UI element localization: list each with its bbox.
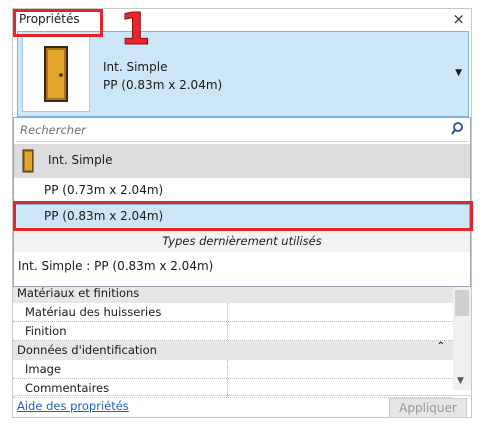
help-link[interactable]: Aide des propriétés: [17, 399, 129, 413]
prop-row-frame-material[interactable]: Matériau des huisseries: [13, 303, 453, 322]
prop-label: Matériau des huisseries: [25, 305, 162, 319]
scrollbar[interactable]: ▼: [453, 284, 471, 390]
search-field[interactable]: Rechercher: [16, 120, 468, 142]
type-family-row[interactable]: Int. Simple: [14, 144, 470, 178]
close-icon[interactable]: ×: [452, 10, 465, 28]
prop-row-finish[interactable]: Finition: [13, 322, 453, 341]
collapse-icon[interactable]: ⌃: [437, 341, 445, 352]
annotation-number-1: 1: [120, 4, 152, 56]
prop-label: Commentaires: [25, 381, 110, 395]
prop-value[interactable]: [227, 360, 454, 378]
chevron-down-icon[interactable]: ▼: [455, 68, 462, 78]
search-icon[interactable]: [450, 121, 464, 137]
search-placeholder: Rechercher: [20, 123, 86, 137]
section-identity-label: Données d'identification: [17, 343, 157, 357]
annotation-box-title: [13, 9, 103, 37]
panel-footer: Aide des propriétés Appliquer: [13, 395, 471, 418]
prop-value[interactable]: [227, 322, 454, 340]
scrollbar-thumb[interactable]: [455, 290, 469, 316]
selected-type-name: Int. Simple: [103, 60, 168, 74]
annotation-box-option: [13, 201, 473, 231]
selected-type-size: PP (0.83m x 2.04m): [103, 78, 223, 92]
prop-row-image[interactable]: Image: [13, 360, 453, 379]
section-materials-label: Matériaux et finitions: [17, 286, 140, 300]
type-option-label: PP (0.73m x 2.04m): [44, 183, 164, 197]
prop-label: Image: [25, 362, 62, 376]
recent-types-header: Types dernièrement utilisés: [14, 230, 470, 252]
prop-value[interactable]: [227, 303, 454, 321]
prop-label: Finition: [25, 324, 67, 338]
type-family-label: Int. Simple: [48, 153, 113, 167]
small-door-icon: [22, 149, 36, 176]
recent-type-item[interactable]: Int. Simple : PP (0.83m x 2.04m): [18, 259, 213, 273]
door-icon: [22, 36, 90, 112]
scroll-down-icon[interactable]: ▼: [457, 376, 464, 386]
apply-button[interactable]: Appliquer: [389, 398, 467, 418]
type-selector[interactable]: Int. Simple PP (0.83m x 2.04m) ▼: [17, 31, 469, 117]
section-identity[interactable]: Données d'identification ⌃: [13, 341, 453, 360]
